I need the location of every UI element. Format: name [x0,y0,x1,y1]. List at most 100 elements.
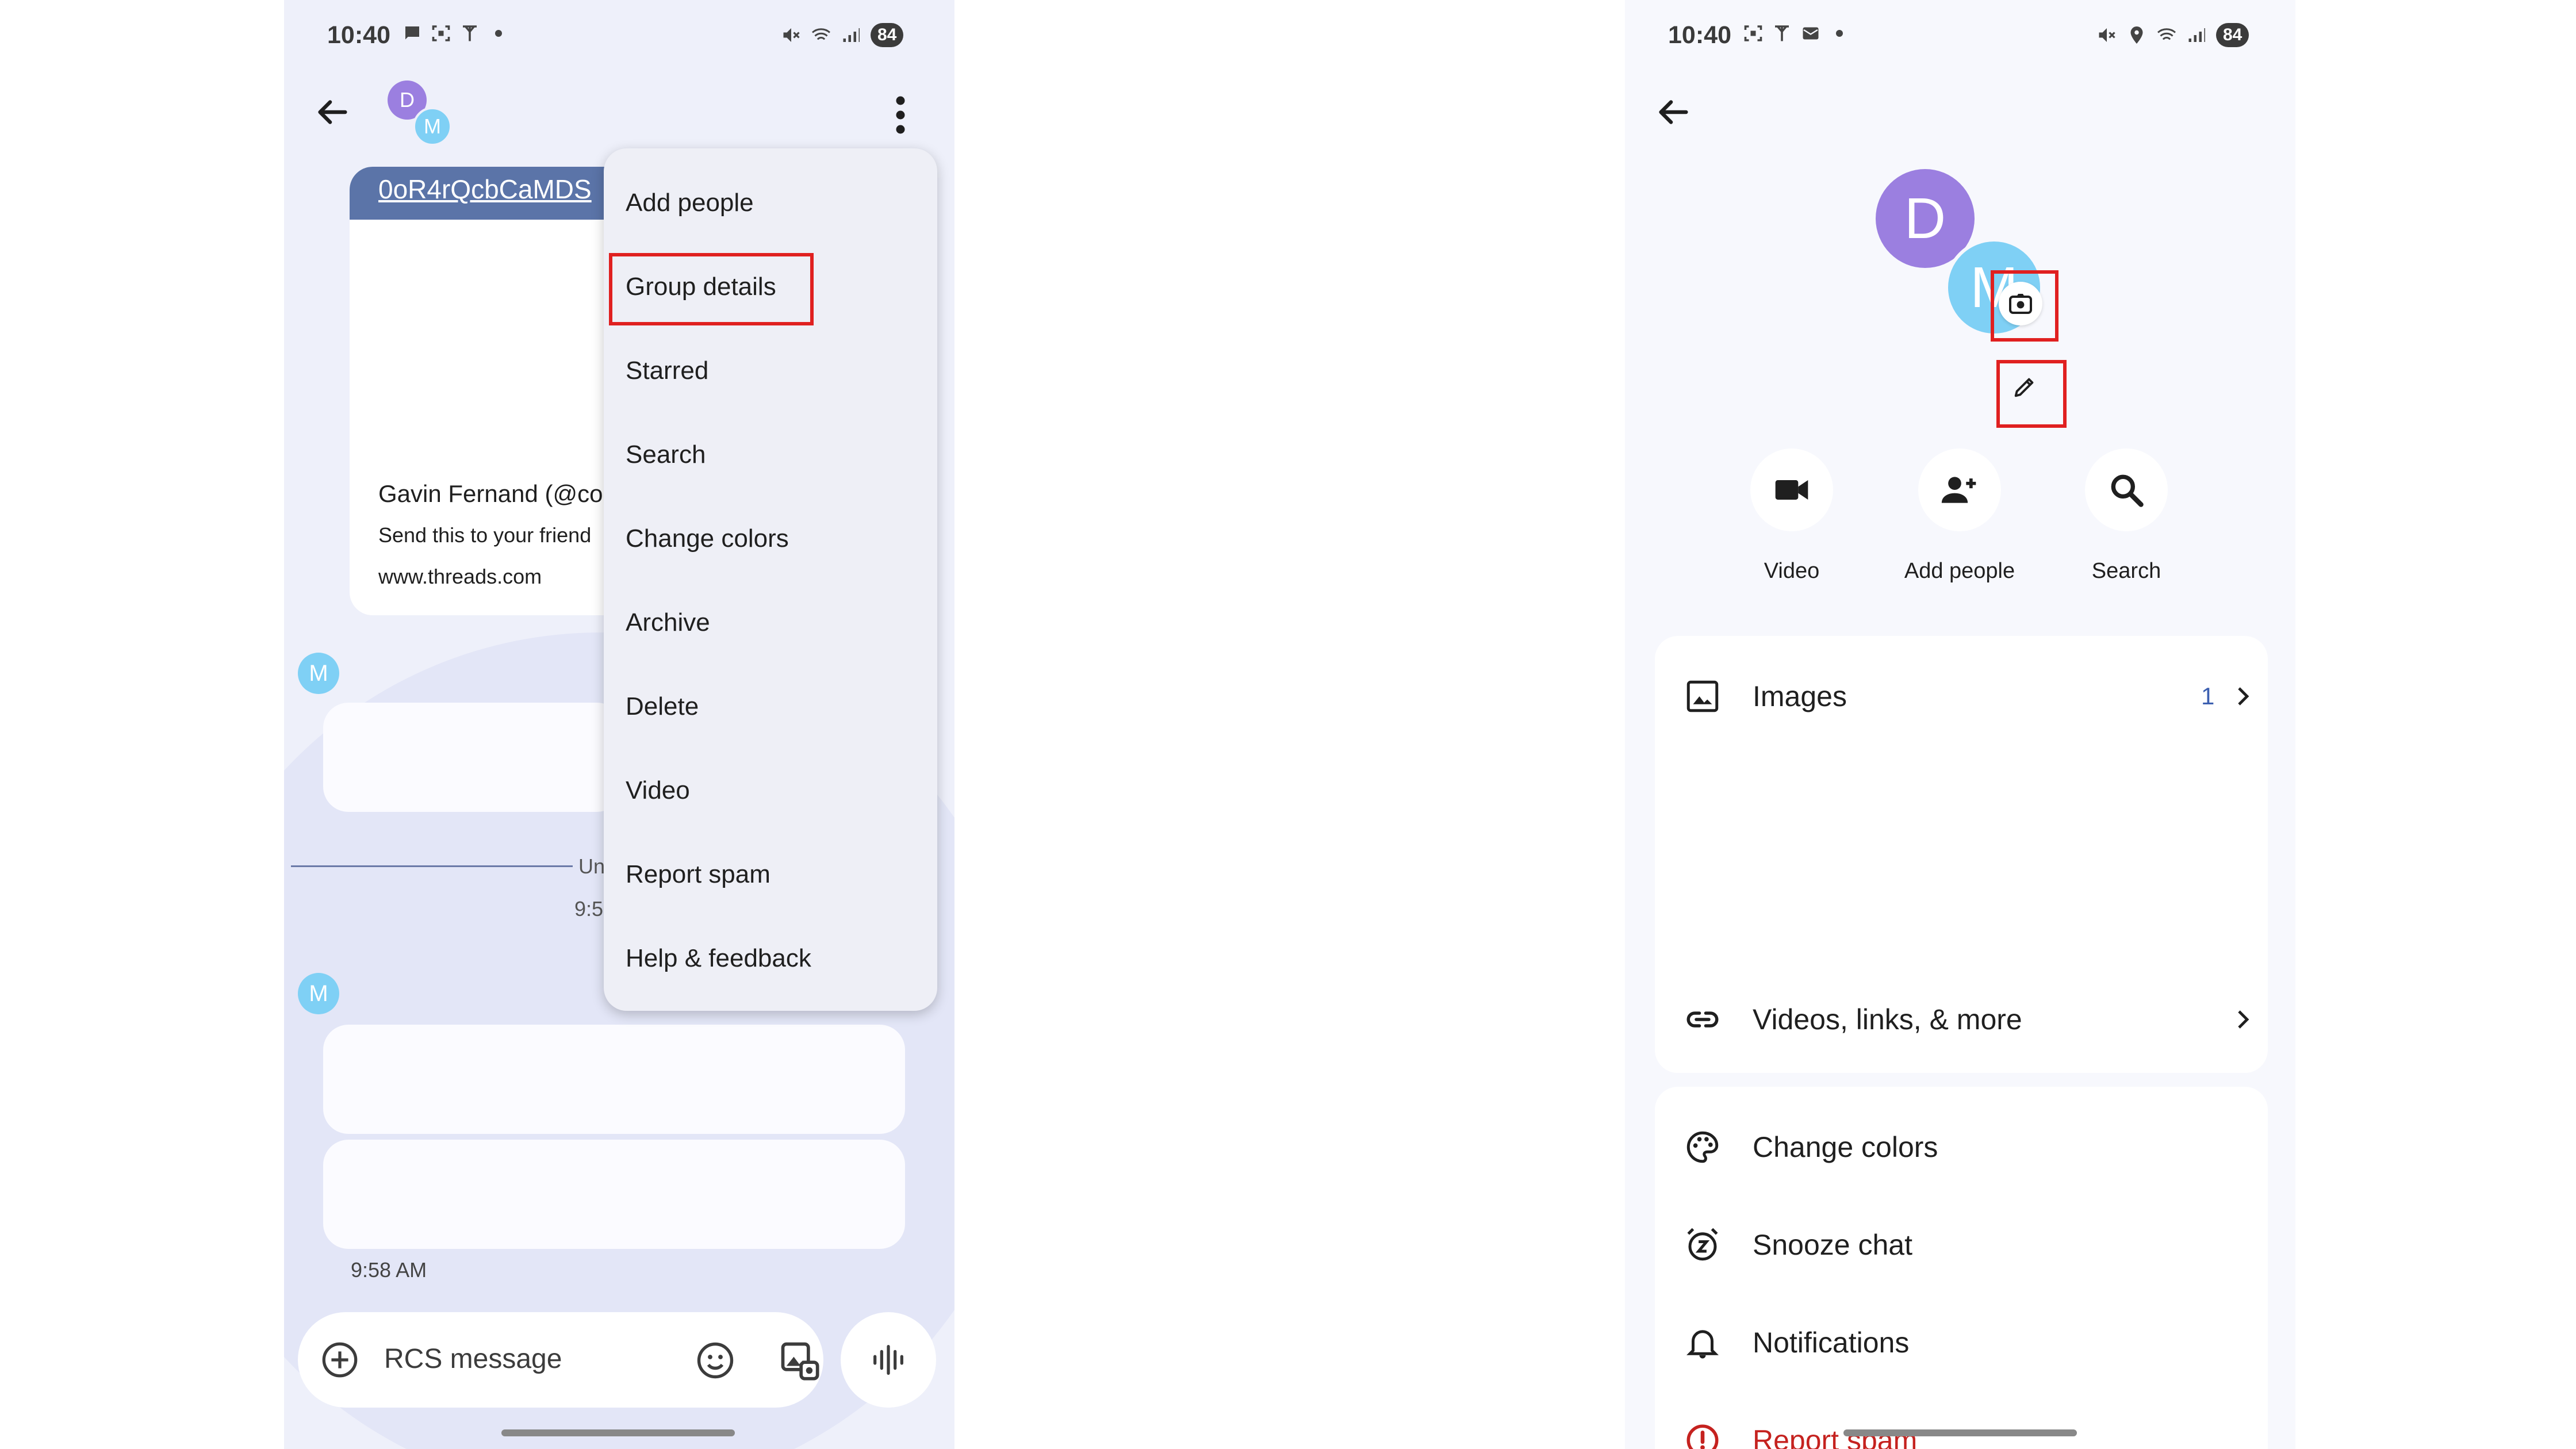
menu-item-label: Report spam [626,860,770,888]
person-add-icon [1941,477,1976,503]
menu-item-delete[interactable]: Delete [604,665,937,749]
add-attachment-icon[interactable] [320,1340,360,1380]
battery-indicator: 84 [2216,23,2249,47]
videos-links-label: Videos, links, & more [1753,1003,2022,1036]
home-indicator[interactable] [501,1429,735,1436]
menu-item-archive[interactable]: Archive [604,581,937,665]
link-text[interactable]: 0oR4rQcbCaMDS [378,174,592,205]
status-bar: 10:40 84 [284,0,954,75]
videocam-icon [1775,480,1808,500]
snooze-chat-label: Snooze chat [1753,1229,1912,1261]
menu-item-report-spam[interactable]: Report spam [604,833,937,917]
add-people-action[interactable]: Add people [1885,448,2034,598]
search-action-label: Search [2091,559,2161,583]
battery-indicator: 84 [871,23,904,47]
voice-message-button[interactable] [841,1312,936,1408]
highlight-camera [1991,270,2058,342]
chevron-right-icon [2238,1010,2249,1029]
message-bubble[interactable] [323,703,622,812]
highlight-edit [1996,360,2067,428]
menu-item-change-colors[interactable]: Change colors [604,497,937,581]
add-people-action-button[interactable] [1918,448,2001,531]
unread-label: Un [578,854,605,878]
images-row[interactable]: Images 1 [1655,653,2268,739]
home-indicator[interactable] [1843,1429,2077,1436]
snooze-chat-row[interactable]: Snooze chat [1655,1202,2268,1288]
menu-item-label: Delete [626,692,699,720]
videos-links-row[interactable]: Videos, links, & more [1655,976,2268,1063]
waveform-icon [873,1345,903,1375]
unread-divider [291,865,573,867]
search-action[interactable]: Search [2052,448,2201,598]
group-avatar[interactable]: D M [388,80,457,146]
card-domain: www.threads.com [378,565,542,588]
palette-icon [1686,1131,1719,1163]
emoji-icon[interactable] [695,1340,736,1381]
messages-conversation-screen: 10:40 84 D M 0oR4rQcbCaMDS Gavin Fernand… [284,0,954,1449]
menu-item-label: Archive [626,608,710,637]
group-details-screen: 10:40 84 D M Video Add people Search Ima… [1625,0,2295,1449]
antenna-icon [463,25,477,41]
status-system-icons: 84 [781,23,904,47]
wifi-icon [812,28,830,40]
more-options-icon[interactable] [889,95,912,135]
search-action-button[interactable] [2085,448,2168,531]
status-time: 10:40 [1668,21,1731,49]
message-time: 9:58 AM [351,1258,427,1282]
video-action-button[interactable] [1750,448,1833,531]
media-card: Images 1 Videos, links, & more [1655,636,2268,1073]
notifications-row[interactable]: Notifications [1655,1300,2268,1386]
message-bubble[interactable] [323,1140,905,1249]
change-colors-row[interactable]: Change colors [1655,1104,2268,1190]
wifi-icon [2157,28,2176,40]
report-spam-label: Report spam [1753,1424,1918,1449]
message-bubble[interactable] [323,1025,905,1134]
menu-item-starred[interactable]: Starred [604,329,937,413]
status-notification-icons [1743,23,1850,44]
menu-item-label: Help & feedback [626,944,811,972]
menu-item-label: Change colors [626,524,789,553]
dot-icon [1836,30,1843,37]
menu-item-label: Search [626,440,706,469]
menu-item-label: Video [626,776,690,804]
menu-item-search[interactable]: Search [604,413,937,497]
report-spam-row[interactable]: Report spam [1655,1397,2268,1449]
chevron-right-icon [2238,687,2249,706]
location-icon [2130,26,2143,44]
bell-icon [1686,1330,1719,1359]
link-icon [1686,1011,1719,1028]
message-input[interactable]: RCS message [384,1343,562,1375]
back-arrow-icon[interactable] [1653,92,1693,132]
status-time: 10:40 [327,21,390,49]
menu-item-video[interactable]: Video [604,749,937,833]
gallery-icon[interactable] [777,1339,821,1382]
menu-item-help-feedback[interactable]: Help & feedback [604,917,937,1000]
image-icon [1686,680,1719,712]
signal-icon [843,28,860,42]
menu-item-label: Add people [626,189,754,217]
compose-bar: RCS message [298,1312,823,1408]
mute-icon [783,28,800,42]
mail-icon [1803,27,1819,40]
settings-card: Change colors Snooze chat Notifications … [1655,1087,2268,1449]
video-action[interactable]: Video [1717,448,1866,598]
sender-avatar: M [298,973,339,1014]
search-icon [2111,474,2144,507]
status-notification-icons [402,23,509,44]
images-label: Images [1753,680,1847,712]
antenna-icon [1775,25,1789,41]
change-colors-label: Change colors [1753,1131,1938,1163]
divider-time: 9:5 [574,897,604,921]
menu-item-add-people[interactable]: Add people [604,161,937,245]
highlight-group-details [609,253,814,325]
notifications-label: Notifications [1753,1327,1910,1359]
screenshot-icon [432,25,450,41]
report-icon [1686,1424,1719,1449]
mute-icon [2099,28,2115,42]
signal-icon [2188,28,2205,42]
back-arrow-icon[interactable] [312,92,352,132]
screenshot-icon [1744,25,1762,41]
sender-avatar: M [298,653,339,694]
status-system-icons: 84 [2096,23,2249,47]
avatar-m: M [413,107,452,146]
